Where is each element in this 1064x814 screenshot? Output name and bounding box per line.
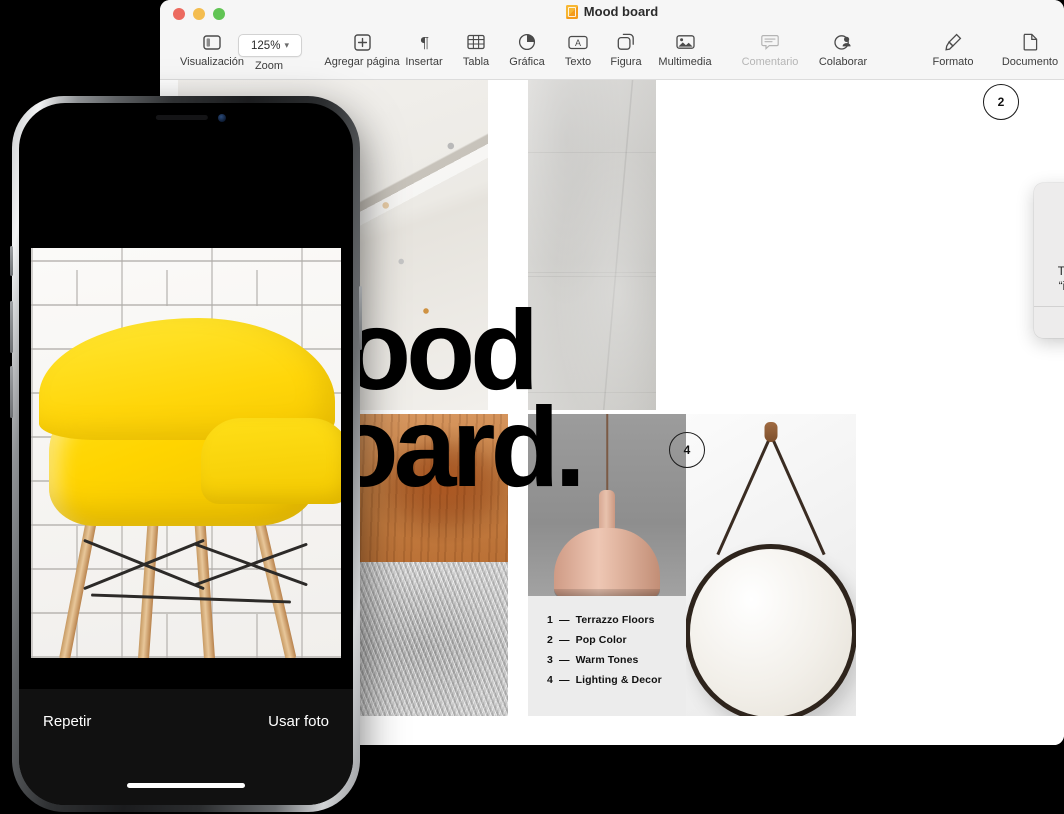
toolbar-insert[interactable]: ¶ Insertar: [392, 30, 456, 69]
popover-body: Tomar una foto con “iPhone de Derek ”: [1034, 183, 1064, 306]
toolbar-document-label: Documento: [1001, 56, 1059, 68]
text-box-icon: A: [568, 30, 588, 54]
chart-icon: [518, 30, 536, 54]
toolbar-chart[interactable]: Gráfica: [496, 30, 558, 68]
sidebar-icon: [203, 30, 221, 54]
window-titlebar: Mood board: [160, 0, 1064, 27]
photo-preview: [31, 248, 341, 658]
toolbar-table-label: Tabla: [462, 56, 490, 68]
list-item: 4 — Lighting & Decor: [544, 674, 686, 686]
legend-label: Warm Tones: [575, 654, 639, 666]
volume-down-button[interactable]: [10, 366, 13, 418]
comment-icon: [761, 30, 779, 54]
legend-list: 1 — Terrazzo Floors 2 — Pop Color 3 — Wa…: [528, 596, 686, 686]
collaborate-icon: [833, 30, 853, 54]
toolbar-insert-label: Insertar: [405, 56, 443, 68]
mirror-ring: [686, 544, 856, 716]
legend-label: Lighting & Decor: [575, 674, 662, 686]
document-file-icon: [565, 4, 578, 19]
legend-dash: —: [559, 634, 570, 646]
toolbar-media-label: Multimedia: [658, 56, 712, 68]
format-brush-icon: [944, 30, 962, 54]
toolbar-text-label: Texto: [564, 56, 592, 68]
document-icon: [1023, 30, 1038, 54]
pilcrow-icon: ¶: [417, 30, 432, 54]
toolbar-document[interactable]: Documento: [986, 30, 1064, 68]
legend-number: 3: [547, 654, 553, 666]
toolbar-format-label: Formato: [932, 56, 974, 68]
cancel-button[interactable]: Cancelar: [1034, 307, 1064, 338]
popover-message: Tomar una foto con “iPhone de Derek ”: [1044, 265, 1064, 295]
popover-message-line2: “iPhone de Derek ”: [1058, 281, 1064, 293]
shape-icon: [617, 30, 635, 54]
camera-action-bar: Repetir Usar foto: [19, 689, 353, 805]
toolbar-chart-label: Gráfica: [509, 56, 545, 68]
toolbar-shape-label: Figura: [610, 56, 642, 68]
toolbar-view-label: Visualización: [179, 56, 244, 68]
iphone-screen[interactable]: Repetir Usar foto: [19, 103, 353, 805]
legend-dash: —: [559, 674, 570, 686]
badge-2-label: 2: [997, 95, 1005, 109]
legend-number: 1: [547, 614, 553, 626]
zoom-dropdown[interactable]: 125% ▾: [238, 34, 302, 57]
screen: Mood board Visualización 125% ▾ Zoom Agr…: [0, 0, 1064, 814]
legend-number: 4: [547, 674, 553, 686]
chair-arm: [201, 418, 341, 504]
legend-label: Pop Color: [575, 634, 627, 646]
volume-up-button[interactable]: [10, 301, 13, 353]
svg-text:¶: ¶: [419, 34, 429, 51]
toolbar-add-page-label: Agregar página: [324, 56, 400, 68]
svg-text:A: A: [575, 38, 581, 48]
toolbar: Visualización 125% ▾ Zoom Agregar página…: [160, 27, 1064, 80]
window-title-text: Mood board: [583, 4, 659, 19]
toolbar-collaborate-label: Colaborar: [818, 56, 868, 68]
iphone-notch: [111, 103, 261, 129]
list-item: 2 — Pop Color: [544, 634, 686, 646]
badge-4[interactable]: 4: [669, 432, 705, 468]
zoom-value: 125%: [251, 39, 281, 52]
legend-dash: —: [559, 614, 570, 626]
chevron-down-icon: ▾: [284, 40, 289, 50]
iphone-device: Repetir Usar foto: [10, 96, 362, 812]
badge-2[interactable]: 2: [983, 84, 1019, 120]
retake-button[interactable]: Repetir: [43, 713, 91, 730]
media-image-icon: [675, 30, 695, 54]
toolbar-collaborate[interactable]: Colaborar: [788, 30, 898, 68]
toolbar-media[interactable]: Multimedia: [642, 30, 728, 68]
window-title: Mood board: [160, 4, 1064, 19]
earpiece-speaker-icon: [155, 115, 208, 120]
list-item: 1 — Terrazzo Floors: [544, 614, 686, 626]
badge-4-label: 4: [683, 443, 691, 457]
toolbar-format[interactable]: Formato: [918, 30, 988, 68]
popover-message-line1: Tomar una foto con: [1057, 266, 1064, 278]
use-photo-button[interactable]: Usar foto: [268, 713, 329, 730]
camera-action-row: Repetir Usar foto: [19, 713, 353, 730]
side-button[interactable]: [359, 286, 362, 350]
toolbar-zoom-label: Zoom: [254, 60, 284, 72]
toolbar-table[interactable]: Tabla: [450, 30, 502, 68]
front-camera-icon: [218, 114, 226, 122]
list-item: 3 — Warm Tones: [544, 654, 686, 666]
add-page-icon: [353, 30, 371, 54]
legend-block: 1 — Terrazzo Floors 2 — Pop Color 3 — Wa…: [528, 596, 686, 716]
legend-label: Terrazzo Floors: [575, 614, 655, 626]
silent-switch[interactable]: [10, 246, 13, 276]
table-icon: [467, 30, 485, 54]
legend-dash: —: [559, 654, 570, 666]
image-fur-rug[interactable]: [340, 562, 508, 716]
continuity-camera-popover: Tomar una foto con “iPhone de Derek ” Ca…: [1034, 183, 1064, 338]
home-indicator[interactable]: [127, 783, 245, 788]
lamp-shade: [554, 528, 660, 596]
legend-number: 2: [547, 634, 553, 646]
toolbar-text[interactable]: A Texto: [552, 30, 604, 68]
